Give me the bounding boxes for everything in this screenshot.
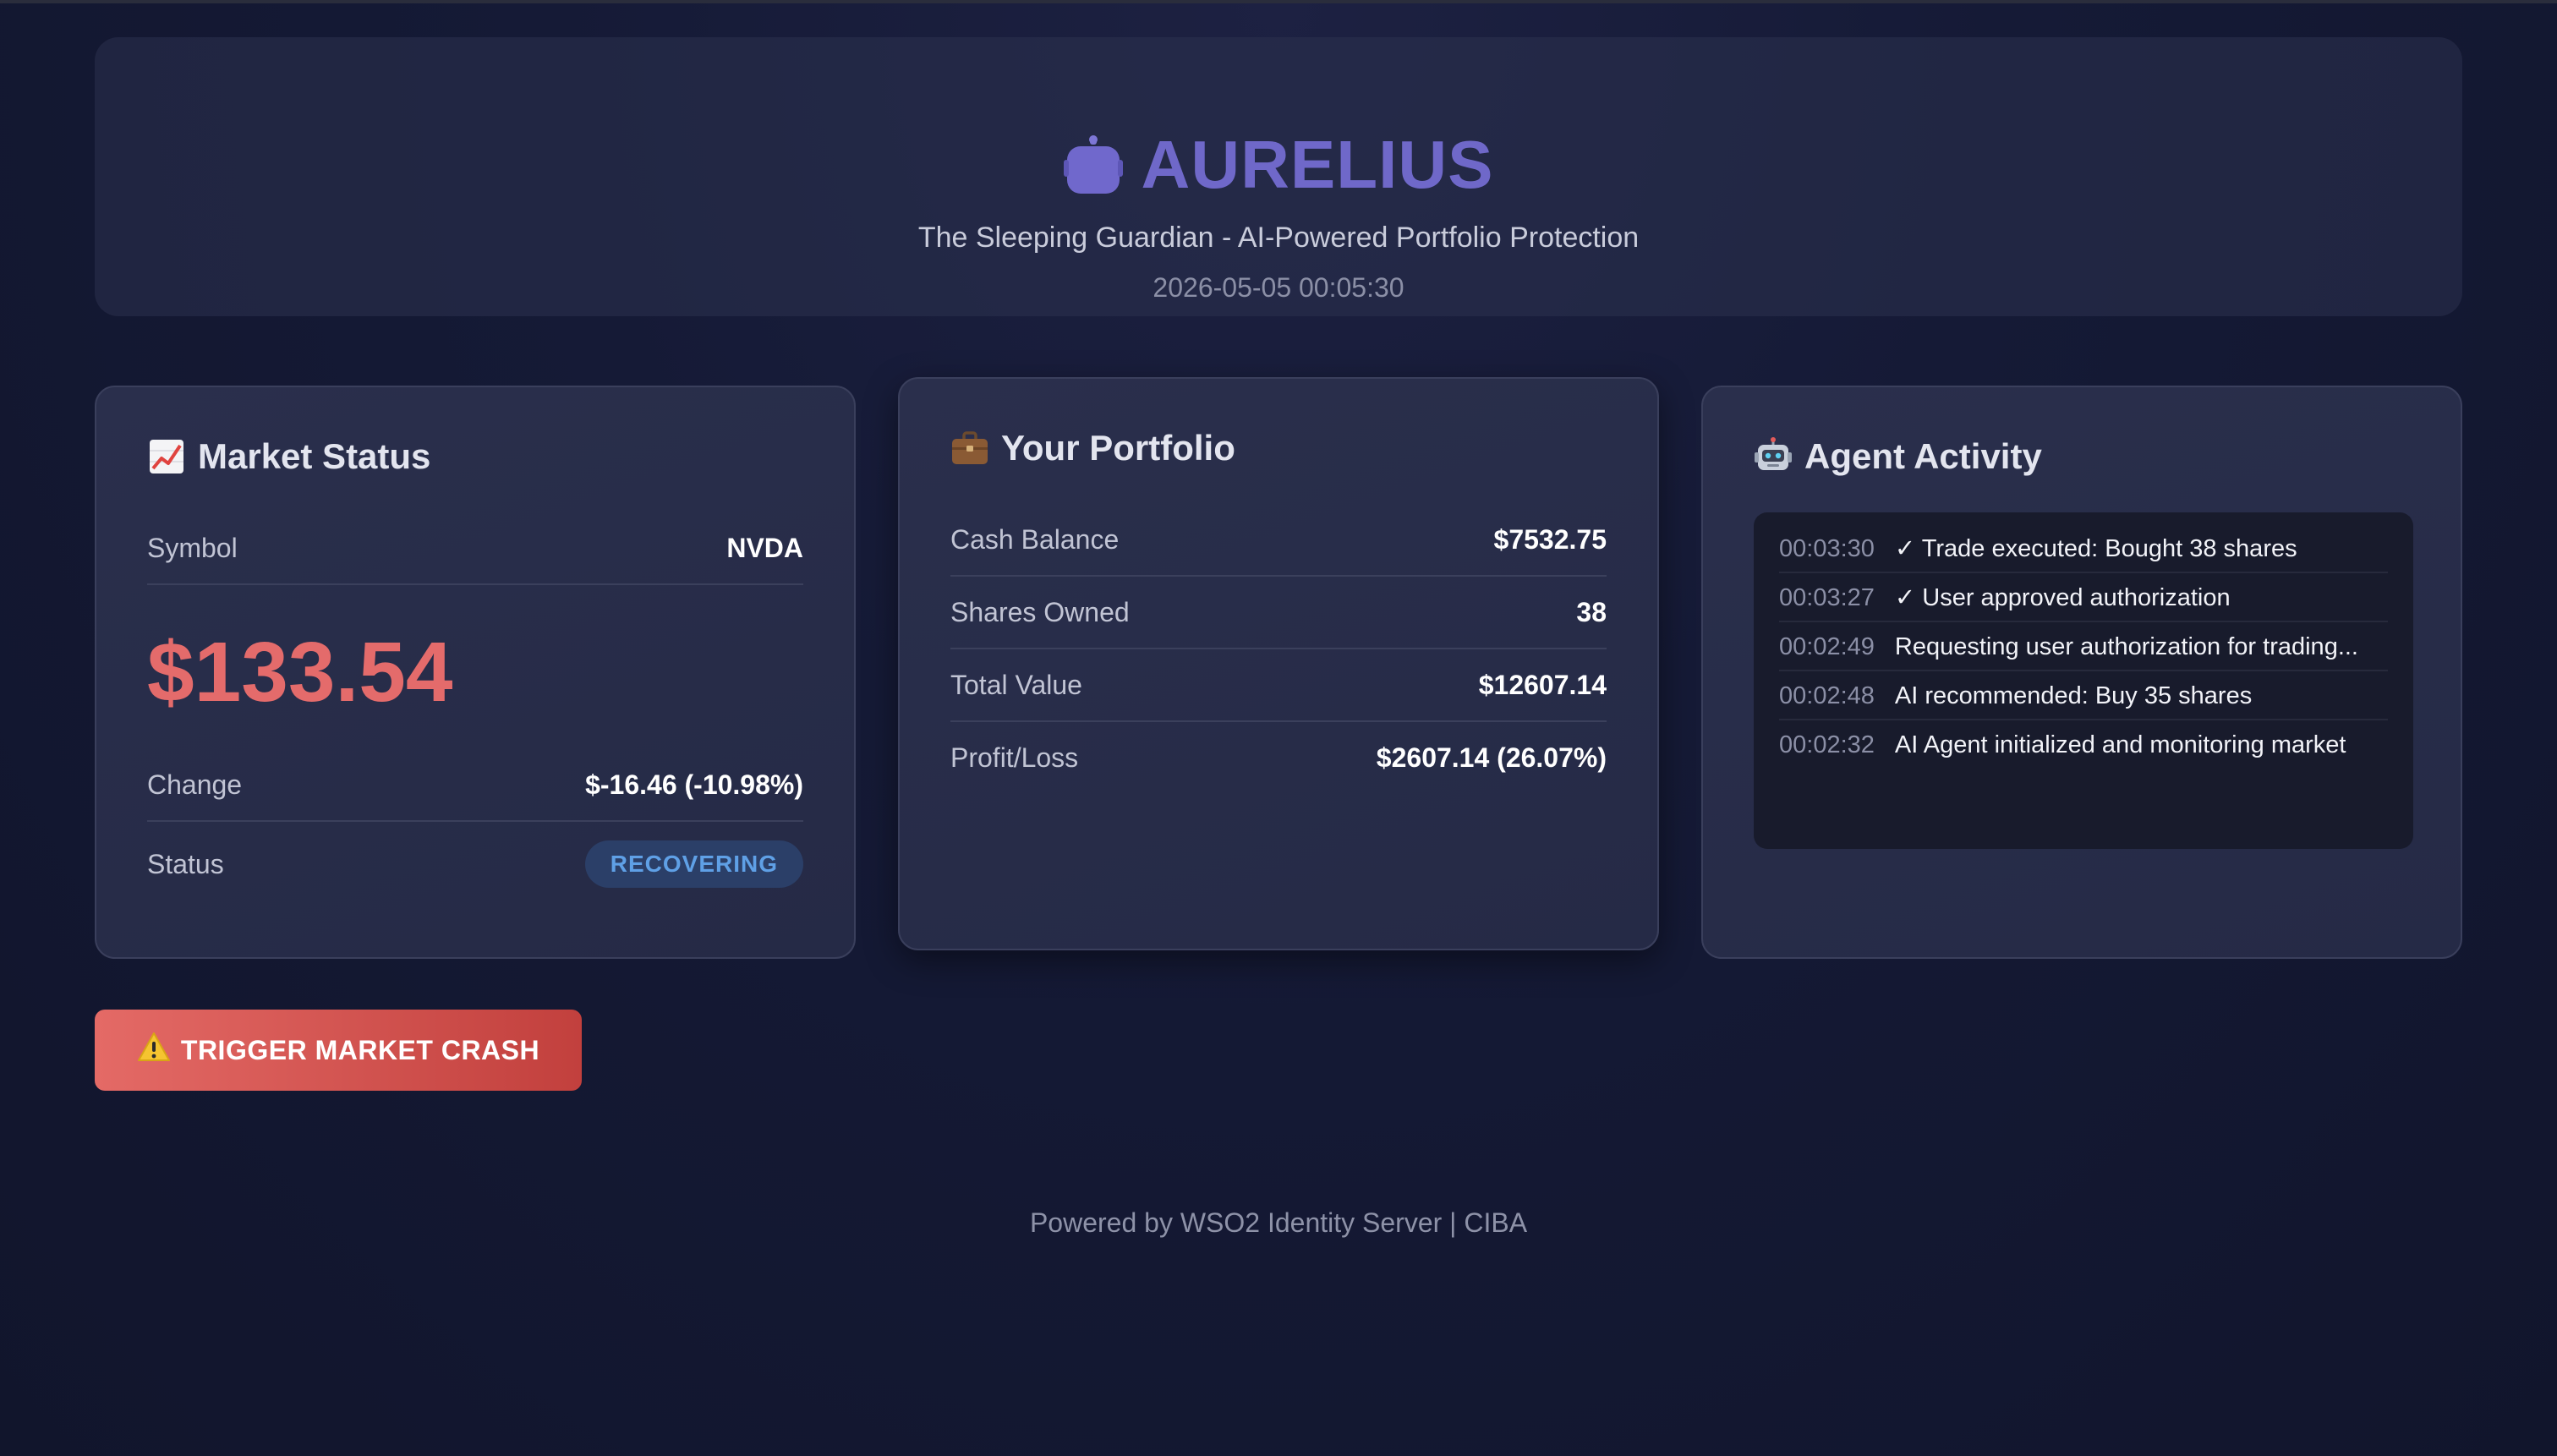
symbol-row: Symbol NVDA xyxy=(147,533,803,564)
brand: AURELIUS xyxy=(95,127,2462,203)
footer-text: Powered by WSO2 Identity Server | CIBA xyxy=(1029,1207,1528,1238)
log-message: AI Agent initialized and monitoring mark… xyxy=(1894,731,2346,758)
log-message: ✓ User approved authorization xyxy=(1894,584,2231,611)
divider xyxy=(147,820,803,822)
log-message: Requesting user authorization for tradin… xyxy=(1894,633,2358,660)
portfolio-row-profit-loss: Profit/Loss $2607.14 (26.07%) xyxy=(950,742,1607,774)
chart-up-icon xyxy=(147,437,186,476)
portfolio-row-cash-balance: Cash Balance $7532.75 xyxy=(950,524,1607,556)
status-label: Status xyxy=(147,848,224,879)
market-status-heading: Market Status xyxy=(147,436,430,477)
market-status-card: Market Status Symbol NVDA $133.54 Change… xyxy=(95,386,856,959)
portfolio-row-total-value: Total Value $12607.14 xyxy=(950,670,1607,701)
cash-balance-value: $7532.75 xyxy=(1493,524,1607,555)
log-entry: 00:03:27 ✓ User approved authorization xyxy=(1779,573,2388,622)
status-row: Status RECOVERING xyxy=(147,840,803,888)
log-message: AI recommended: Buy 35 shares xyxy=(1894,682,2253,709)
log-time: 00:02:32 xyxy=(1779,731,1875,758)
divider xyxy=(950,575,1607,577)
robot-icon xyxy=(1063,134,1123,195)
portfolio-title: Your Portfolio xyxy=(1001,428,1235,468)
log-time: 00:03:30 xyxy=(1779,535,1875,562)
change-label: Change xyxy=(147,769,243,800)
activity-log[interactable]: 00:03:30 ✓ Trade executed: Bought 38 shar… xyxy=(1754,512,2413,849)
total-value-value: $12607.14 xyxy=(1478,670,1607,700)
briefcase-icon xyxy=(950,429,989,468)
divider xyxy=(147,583,803,585)
log-time: 00:02:48 xyxy=(1779,682,1875,709)
log-entry: 00:02:32 AI Agent initialized and monitor… xyxy=(1779,720,2388,768)
current-price: $133.54 xyxy=(147,625,453,720)
agent-activity-title: Agent Activity xyxy=(1804,436,2042,476)
portfolio-row-shares-owned: Shares Owned 38 xyxy=(950,597,1607,628)
log-entry: 00:02:48 AI recommended: Buy 35 shares xyxy=(1779,671,2388,720)
current-timestamp: 2026-05-05 00:05:30 xyxy=(1153,272,1404,303)
log-message: ✓ Trade executed: Bought 38 shares xyxy=(1894,535,2297,562)
total-value-label: Total Value xyxy=(950,670,1082,700)
status-badge: RECOVERING xyxy=(584,840,803,888)
profit-loss-value: $2607.14 (26.07%) xyxy=(1376,742,1607,773)
symbol-value: NVDA xyxy=(726,533,803,563)
profit-loss-label: Profit/Loss xyxy=(950,742,1079,773)
log-time: 00:02:49 xyxy=(1779,633,1875,660)
app-header: AURELIUS The Sleeping Guardian - AI-Powe… xyxy=(95,37,2462,316)
log-entry: 00:03:30 ✓ Trade executed: Bought 38 shar… xyxy=(1779,534,2388,573)
app-subtitle: The Sleeping Guardian - AI-Powered Portf… xyxy=(917,222,1640,254)
shares-owned-value: 38 xyxy=(1576,597,1607,627)
log-time: 00:03:27 xyxy=(1779,584,1875,611)
portfolio-card: Your Portfolio Cash Balance $7532.75 Sha… xyxy=(898,377,1659,950)
window-top-edge xyxy=(0,0,2557,3)
agent-activity-card: Agent Activity 00:03:30 ✓ Trade executed:… xyxy=(1701,386,2462,959)
shares-owned-label: Shares Owned xyxy=(950,597,1130,627)
change-value: $-16.46 (-10.98%) xyxy=(585,769,803,800)
robot-icon xyxy=(1754,437,1793,476)
log-entry: 00:02:49 Requesting user authorization fo… xyxy=(1779,622,2388,671)
symbol-label: Symbol xyxy=(147,533,238,563)
change-row: Change $-16.46 (-10.98%) xyxy=(147,769,803,801)
portfolio-heading: Your Portfolio xyxy=(950,428,1235,468)
trigger-market-crash-button[interactable]: TRIGGER MARKET CRASH xyxy=(95,1010,582,1091)
divider xyxy=(950,720,1607,722)
cash-balance-label: Cash Balance xyxy=(950,524,1120,555)
app-title: AURELIUS xyxy=(1141,127,1494,202)
warning-icon xyxy=(137,1032,171,1069)
market-status-title: Market Status xyxy=(198,436,431,476)
divider xyxy=(950,648,1607,649)
agent-activity-heading: Agent Activity xyxy=(1754,436,2042,477)
trigger-market-crash-label: TRIGGER MARKET CRASH xyxy=(180,1034,540,1065)
